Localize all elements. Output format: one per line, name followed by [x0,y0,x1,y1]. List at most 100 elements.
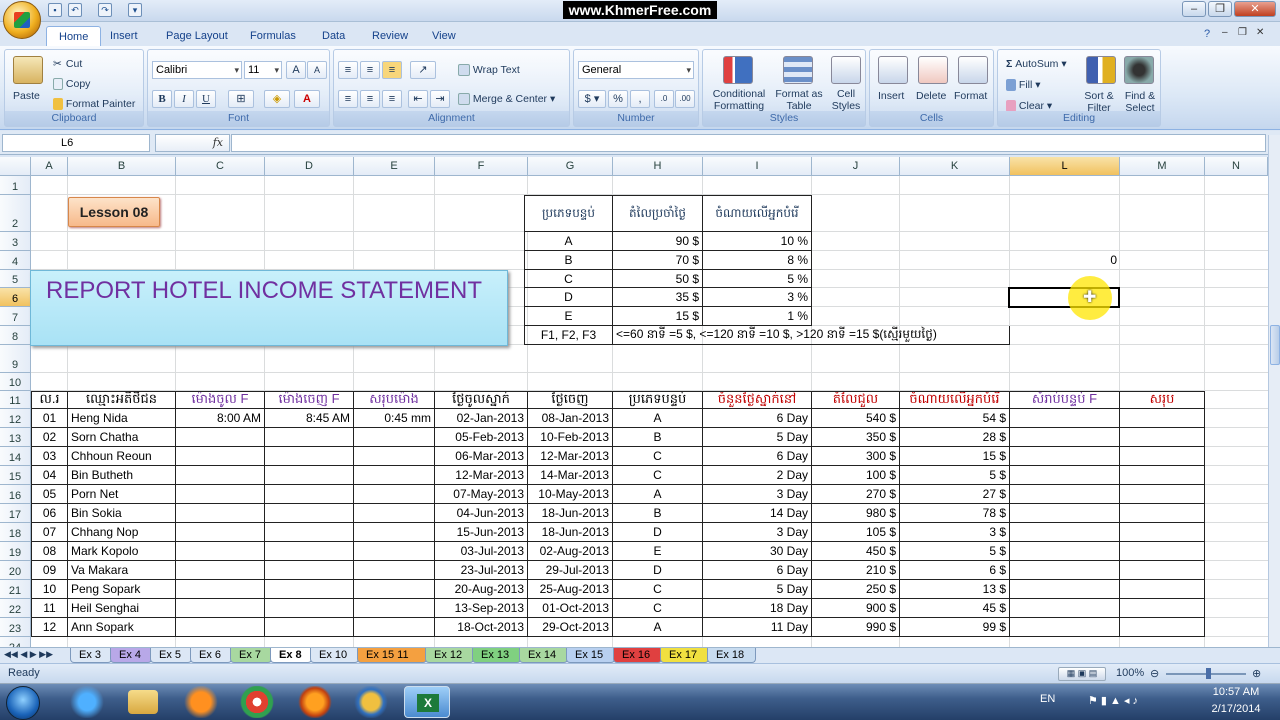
align-center-button[interactable]: ≡ [360,90,380,108]
view-buttons[interactable]: ▦ ▣ ▤ [1058,667,1106,681]
borders-button[interactable]: ⊞ [228,90,254,108]
font-color-button[interactable]: A [294,90,320,108]
tray-icons[interactable]: ⚑ ▮ ▲ ◂ ♪ [1088,694,1138,707]
align-middle-button[interactable]: ≡ [360,61,380,79]
underline-button[interactable]: U [196,90,216,108]
insert-function-button[interactable]: fx [155,134,230,152]
row-header-16[interactable]: 16 [0,485,31,504]
row-header-15[interactable]: 15 [0,466,31,485]
row-header-22[interactable]: 22 [0,599,31,618]
italic-button[interactable]: I [174,90,194,108]
undo-icon[interactable]: ↶ [68,3,82,17]
zoom-out-button[interactable]: ⊖ [1150,667,1159,680]
scroll-thumb[interactable] [1270,325,1280,365]
decrease-decimal-button[interactable]: .00 [675,90,695,108]
excel-taskbar-icon[interactable]: X [404,686,450,718]
align-left-button[interactable]: ≡ [338,90,358,108]
row-header-2[interactable]: 2 [0,195,31,232]
tab-formulas[interactable]: Formulas [238,26,308,46]
column-header-b[interactable]: B [68,157,176,176]
column-header-h[interactable]: H [613,157,703,176]
font-size-select[interactable]: 11 [244,61,282,79]
font-name-select[interactable]: Calibri [152,61,242,79]
row-header-13[interactable]: 13 [0,428,31,447]
app-icon[interactable] [348,686,394,718]
firefox-icon[interactable] [292,686,338,718]
sheet-tab[interactable]: Ex 3 [70,648,112,663]
bold-button[interactable]: B [152,90,172,108]
sheet-tab[interactable]: Ex 10 [310,648,359,663]
select-all-corner[interactable] [0,157,31,176]
row-header-3[interactable]: 3 [0,232,31,251]
row-header-5[interactable]: 5 [0,270,31,288]
tab-review[interactable]: Review [360,26,420,46]
row-header-6[interactable]: 6 [0,288,31,307]
name-box[interactable]: L6 [2,134,150,152]
fill-color-button[interactable]: ◈ [264,90,290,108]
column-header-a[interactable]: A [31,157,68,176]
sheet-tab[interactable]: Ex 4 [110,648,152,663]
row-header-21[interactable]: 21 [0,580,31,599]
conditional-formatting-button[interactable]: Conditional Formatting [709,88,769,112]
row-header-9[interactable]: 9 [0,345,31,373]
column-header-k[interactable]: K [900,157,1010,176]
tab-home[interactable]: Home [46,26,102,46]
align-bottom-button[interactable]: ≡ [382,61,402,79]
row-header-14[interactable]: 14 [0,447,31,466]
explorer-icon[interactable] [128,690,158,714]
row-header-10[interactable]: 10 [0,373,31,391]
sheet-nav-icon[interactable]: ◀◀ ◀ ▶ ▶▶ [4,649,53,660]
ie-icon[interactable] [64,686,110,718]
help-icon[interactable]: ? [1204,28,1210,40]
sheet-tab[interactable]: Ex 13 [472,648,521,663]
align-top-button[interactable]: ≡ [338,61,358,79]
column-header-g[interactable]: G [528,157,613,176]
zoom-level[interactable]: 100% [1116,667,1144,679]
row-header-7[interactable]: 7 [0,307,31,326]
minimize-button[interactable]: – [1182,1,1206,17]
row-header-18[interactable]: 18 [0,523,31,542]
paste-button[interactable]: Paste [13,90,40,102]
worksheet-grid[interactable]: A B C D E F G H I J K L M N 1 2 3 4 5 6 7 8 9 10 11 12 13 14 15 16 17 1… [0,157,1268,647]
paste-icon[interactable] [13,56,43,84]
tab-insert[interactable]: Insert [98,26,150,46]
format-button[interactable]: Format [954,90,987,102]
grow-font-button[interactable]: A [286,61,306,79]
shrink-font-button[interactable]: A [307,61,327,79]
sheet-tab[interactable]: Ex 8 [270,648,312,663]
row-header-17[interactable]: 17 [0,504,31,523]
ribbon-close-icon[interactable]: ✕ [1256,27,1264,38]
autosum-button[interactable]: Σ AutoSum ▾ [1006,58,1067,70]
sheet-tab[interactable]: Ex 6 [190,648,232,663]
column-header-e[interactable]: E [354,157,435,176]
chrome-icon[interactable] [234,686,280,718]
column-header-n[interactable]: N [1205,157,1268,176]
office-button[interactable] [3,1,41,39]
column-header-f[interactable]: F [435,157,528,176]
percent-button[interactable]: % [608,90,628,108]
row-header-4[interactable]: 4 [0,251,31,270]
column-header-d[interactable]: D [265,157,354,176]
number-format-select[interactable]: General [578,61,694,79]
increase-indent-button[interactable]: ⇥ [430,90,450,108]
clock-date[interactable]: 2/17/2014 [1204,703,1268,715]
copy-button[interactable]: Copy [53,78,90,91]
tab-page-layout[interactable]: Page Layout [154,26,240,46]
merge-center-button[interactable]: Merge & Center ▾ [458,93,555,106]
comma-button[interactable]: , [630,90,650,108]
row-header-19[interactable]: 19 [0,542,31,561]
column-header-i[interactable]: I [703,157,812,176]
sheet-tab[interactable]: Ex 12 [425,648,474,663]
ribbon-restore-icon[interactable]: ❐ [1238,27,1247,38]
language-indicator[interactable]: EN [1040,693,1055,705]
row-header-12[interactable]: 12 [0,409,31,428]
sheet-tab[interactable]: Ex 14 [519,648,568,663]
media-player-icon[interactable] [178,686,224,718]
clock-time[interactable]: 10:57 AM [1204,686,1268,698]
sheet-tab[interactable]: Ex 7 [230,648,272,663]
close-button[interactable]: ✕ [1234,1,1276,17]
format-as-table-button[interactable]: Format as Table [773,88,825,112]
sheet-tab[interactable]: Ex 16 [613,648,662,663]
align-right-button[interactable]: ≡ [382,90,402,108]
row-header-23[interactable]: 23 [0,618,31,637]
